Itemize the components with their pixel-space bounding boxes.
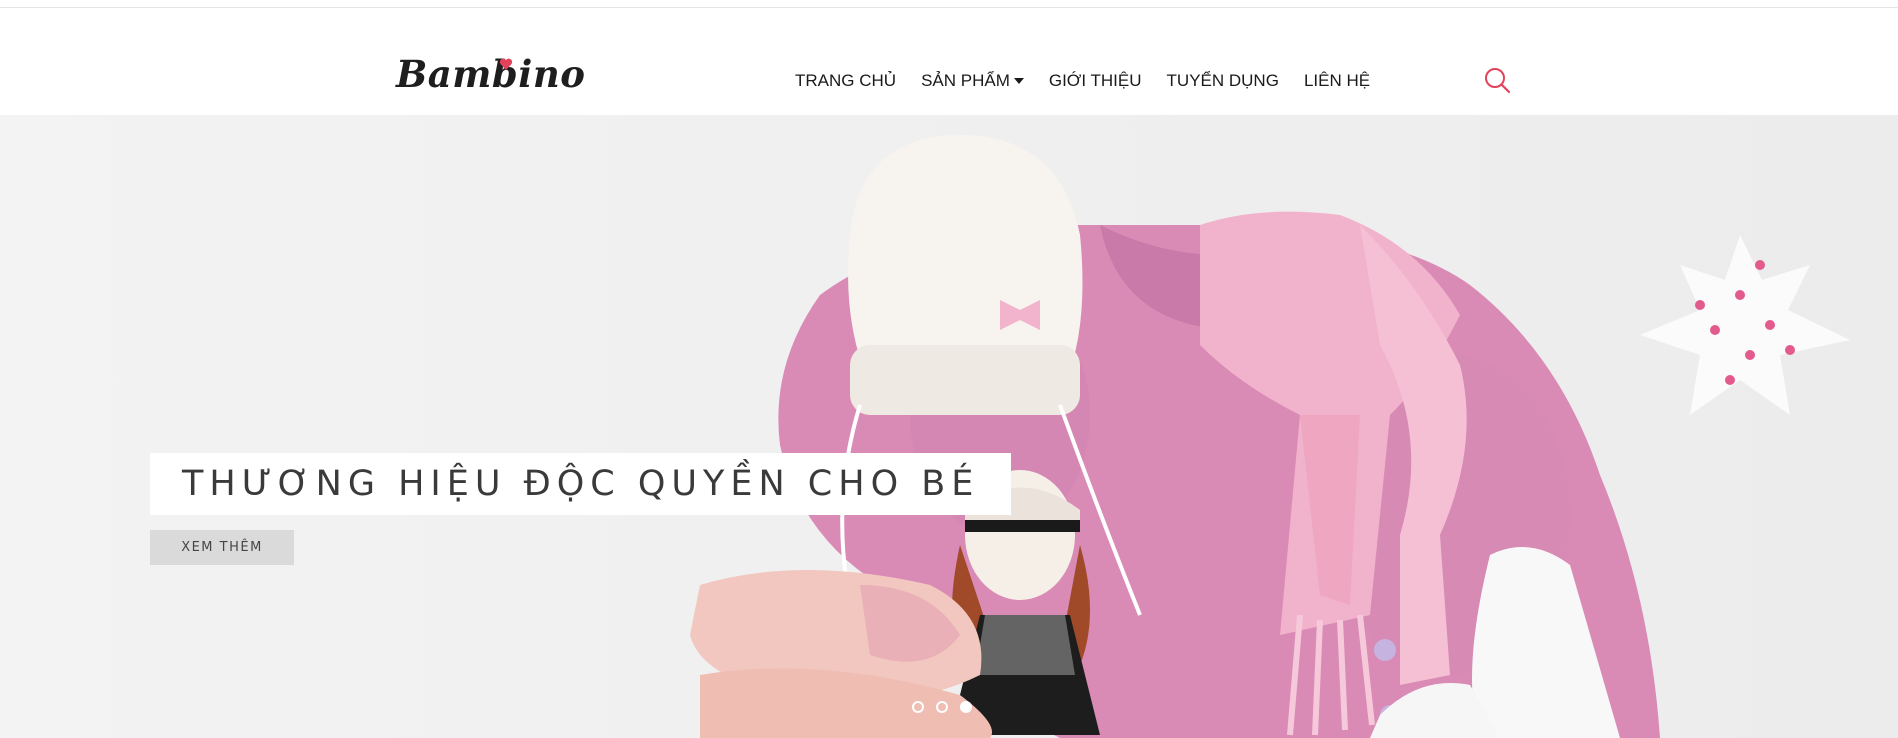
nav-item-about[interactable]: GIỚI THIỆU bbox=[1049, 71, 1142, 91]
nav-item-label: TUYỂN DỤNG bbox=[1166, 71, 1279, 90]
heart-icon bbox=[499, 58, 513, 70]
slide-dot-3[interactable] bbox=[960, 701, 972, 713]
nav-item-home[interactable]: TRANG CHỦ bbox=[795, 71, 896, 91]
nav-item-label: SẢN PHẨM bbox=[921, 71, 1010, 90]
caret-down-icon bbox=[1013, 78, 1024, 84]
search-icon[interactable] bbox=[1483, 66, 1513, 96]
hero-title: THƯƠNG HIỆU ĐỘC QUYỀN CHO BÉ bbox=[150, 453, 1012, 515]
nav-item-label: GIỚI THIỆU bbox=[1048, 71, 1142, 90]
view-more-button[interactable]: XEM THÊM bbox=[150, 530, 294, 565]
hero-image bbox=[690, 135, 1850, 738]
site-header: Bambino TRANG CHỦ SẢN PHẨM GIỚI THIỆU TU… bbox=[0, 8, 1898, 115]
nav-item-careers[interactable]: TUYỂN DỤNG bbox=[1167, 71, 1279, 91]
hero-slider: THƯƠNG HIỆU ĐỘC QUYỀN CHO BÉ XEM THÊM bbox=[0, 115, 1898, 738]
slider-dots bbox=[912, 701, 972, 713]
nav-item-label: LIÊN HỆ bbox=[1303, 71, 1371, 90]
main-nav: TRANG CHỦ SẢN PHẨM GIỚI THIỆU TUYỂN DỤNG… bbox=[795, 71, 1395, 91]
nav-item-products[interactable]: SẢN PHẨM bbox=[921, 71, 1024, 91]
nav-item-label: TRANG CHỦ bbox=[795, 71, 897, 90]
slide-dot-2[interactable] bbox=[936, 701, 948, 713]
nav-item-contact[interactable]: LIÊN HỆ bbox=[1304, 71, 1370, 91]
slide-dot-1[interactable] bbox=[912, 701, 924, 713]
logo[interactable]: Bambino bbox=[396, 52, 585, 96]
top-border bbox=[0, 0, 1898, 8]
